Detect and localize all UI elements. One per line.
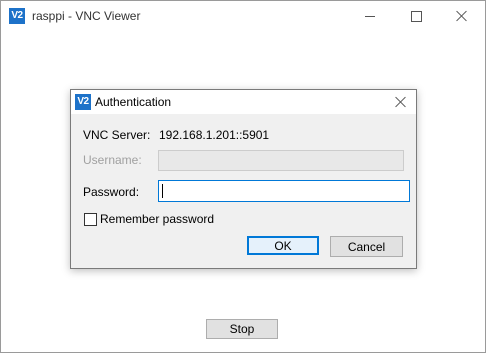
dialog-close-button[interactable] [386, 90, 416, 114]
vnc-server-value: 192.168.1.201::5901 [159, 128, 270, 142]
stop-button[interactable]: Stop [206, 319, 278, 339]
remember-password-checkbox[interactable] [84, 213, 97, 226]
window-titlebar[interactable]: V2 rasppi - VNC Viewer [1, 1, 485, 31]
vnc-server-label: VNC Server: [83, 128, 151, 142]
close-icon [456, 10, 468, 22]
cancel-button[interactable]: Cancel [330, 236, 403, 257]
dialog-titlebar[interactable]: V2 Authentication [71, 90, 416, 114]
remember-password-label[interactable]: Remember password [100, 212, 214, 226]
password-field[interactable] [158, 180, 410, 202]
username-field [158, 150, 404, 171]
text-cursor [162, 184, 163, 198]
minimize-icon [365, 15, 375, 17]
vnc-viewer-icon: V2 [9, 8, 25, 24]
maximize-button[interactable] [393, 1, 439, 31]
ok-button[interactable]: OK [247, 236, 319, 255]
username-label: Username: [83, 153, 142, 167]
authentication-dialog: V2 Authentication VNC Server: 192.168.1.… [70, 89, 417, 269]
maximize-icon [410, 10, 422, 22]
password-label: Password: [83, 185, 140, 199]
window-title: rasppi - VNC Viewer [32, 9, 141, 23]
vnc-viewer-icon: V2 [75, 94, 91, 110]
dialog-title: Authentication [95, 95, 172, 109]
close-button[interactable] [439, 1, 485, 31]
minimize-button[interactable] [347, 1, 393, 31]
close-icon [395, 96, 407, 108]
